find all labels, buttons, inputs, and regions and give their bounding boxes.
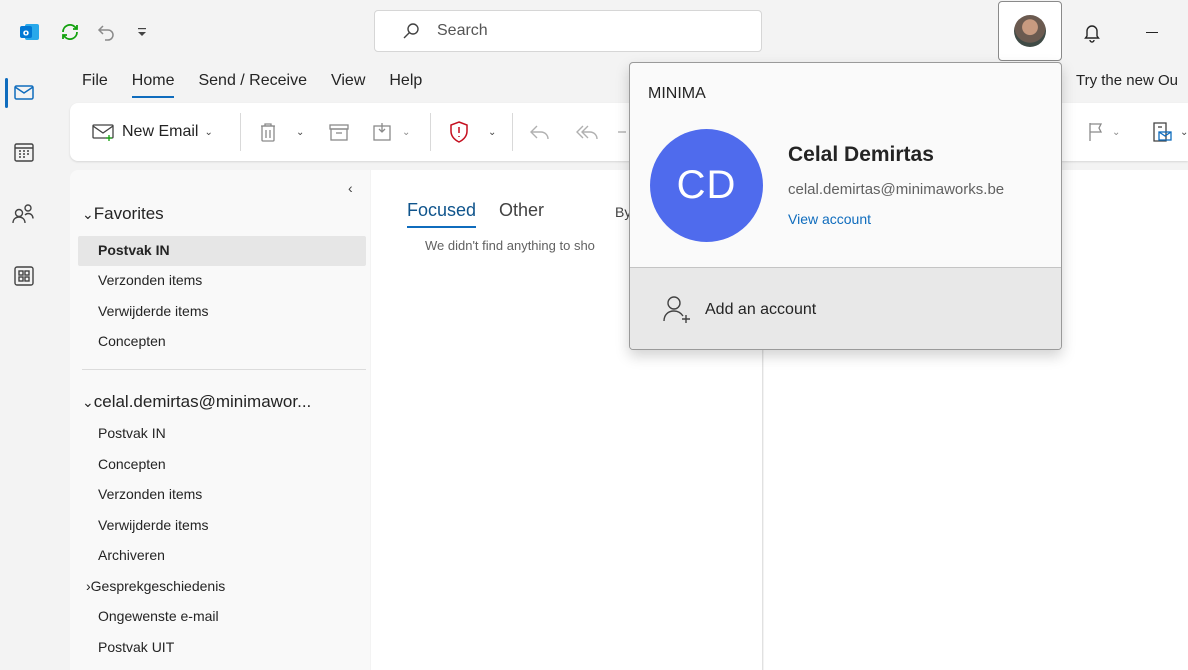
archive-button[interactable] (328, 117, 350, 147)
folder-pane: ‹ ⌄Favorites Postvak IN Verzonden items … (70, 170, 370, 670)
tab-other[interactable]: Other (499, 200, 544, 221)
divider (240, 113, 241, 151)
undo-icon[interactable] (92, 18, 120, 46)
outlook-logo-icon: o (16, 18, 44, 46)
favorite-postvak-in[interactable]: Postvak IN (98, 242, 170, 258)
app-rail (0, 62, 48, 670)
search-box[interactable]: Search (374, 10, 762, 52)
account-initials-avatar: CD (650, 129, 763, 242)
view-account-link[interactable]: View account (788, 211, 871, 227)
divider (82, 369, 366, 370)
favorite-verzonden-items[interactable]: Verzonden items (98, 272, 202, 288)
avatar (1014, 15, 1046, 47)
calendar-icon[interactable] (0, 130, 48, 174)
tab-help[interactable]: Help (377, 62, 434, 100)
mail-icon[interactable] (0, 70, 48, 114)
reply-all-button[interactable] (574, 117, 602, 147)
flag-button[interactable]: ⌄ (1086, 117, 1120, 147)
collapse-pane-icon[interactable]: ‹ (348, 180, 353, 196)
divider (512, 113, 513, 151)
reply-button[interactable] (528, 117, 552, 147)
favorite-concepten[interactable]: Concepten (98, 333, 166, 349)
move-button[interactable]: ⌄ (372, 117, 410, 147)
folder-verzonden-items[interactable]: Verzonden items (98, 486, 202, 502)
reply-all-icon (576, 125, 598, 140)
new-email-icon (92, 124, 114, 141)
account-name: Celal Demirtas (788, 143, 934, 166)
account-avatar-button[interactable] (998, 1, 1062, 61)
folder-postvak-uit[interactable]: Postvak UIT (98, 639, 174, 655)
divider (430, 113, 431, 151)
folder-postvak-in[interactable]: Postvak IN (98, 425, 166, 441)
tab-view[interactable]: View (319, 62, 377, 100)
chevron-down-icon[interactable]: ⌄ (488, 117, 496, 147)
try-new-outlook-toggle[interactable]: Try the new Ou (1076, 72, 1178, 89)
people-icon[interactable] (0, 192, 48, 236)
forward-button[interactable] (618, 117, 628, 147)
organization-name: MINIMA (648, 85, 706, 102)
chevron-down-icon: ⌄ (82, 394, 94, 410)
flag-icon (1089, 123, 1103, 141)
customize-toolbar-icon[interactable] (128, 18, 156, 46)
archive-icon (329, 124, 349, 141)
chevron-down-icon: ⌄ (82, 206, 94, 222)
folder-ongewenste-e-mail[interactable]: Ongewenste e-mail (98, 608, 219, 624)
new-email-label: New Email (122, 123, 199, 140)
tab-send-receive[interactable]: Send / Receive (186, 62, 319, 100)
title-bar: o Search (0, 0, 1188, 62)
mail-rules-button[interactable]: ⌄ (1150, 117, 1188, 147)
svg-text:o: o (23, 29, 29, 39)
tab-focused[interactable]: Focused (407, 200, 476, 221)
add-person-icon (663, 296, 690, 323)
delete-button[interactable] (258, 117, 278, 147)
report-shield-icon (450, 121, 468, 143)
add-account-label: Add an account (705, 301, 817, 318)
add-account-button[interactable]: Add an account (630, 268, 1061, 349)
search-placeholder[interactable]: Search (437, 22, 488, 40)
account-header[interactable]: ⌄celal.demirtas@minimawor... (82, 392, 311, 412)
notification-bell-icon[interactable] (1078, 18, 1106, 46)
tab-file[interactable]: File (70, 62, 120, 100)
report-button[interactable] (448, 117, 470, 147)
empty-list-message: We didn't find anything to sho (425, 238, 595, 253)
sync-icon[interactable] (56, 18, 84, 46)
mail-rules-icon (1153, 122, 1172, 142)
apps-icon[interactable] (0, 254, 48, 298)
folder-concepten[interactable]: Concepten (98, 456, 166, 472)
chevron-down-icon[interactable]: ⌄ (296, 117, 304, 147)
folder-archiveren[interactable]: Archiveren (98, 547, 165, 563)
account-flyout: MINIMA CD Celal Demirtas celal.demirtas@… (629, 62, 1062, 350)
account-email: celal.demirtas@minimaworks.be (788, 181, 1005, 198)
folder-verwijderde-items[interactable]: Verwijderde items (98, 517, 209, 533)
chevron-down-icon[interactable]: ⌄ (204, 127, 212, 138)
minimize-icon[interactable] (1138, 18, 1166, 46)
folder-gesprekgeschiedenis[interactable]: ›Gesprekgeschiedenis (86, 578, 225, 594)
delete-icon (261, 123, 275, 142)
search-icon (403, 23, 419, 39)
forward-icon (618, 131, 626, 133)
reply-icon (530, 125, 549, 140)
new-email-button[interactable]: New Email ⌄ (92, 117, 213, 147)
tab-home[interactable]: Home (120, 62, 187, 100)
move-icon (373, 123, 391, 141)
active-tab-indicator (407, 226, 476, 228)
menu-bar: File Home Send / Receive View Help (70, 62, 434, 100)
favorite-verwijderde-items[interactable]: Verwijderde items (98, 303, 209, 319)
favorites-header[interactable]: ⌄Favorites (82, 204, 164, 224)
